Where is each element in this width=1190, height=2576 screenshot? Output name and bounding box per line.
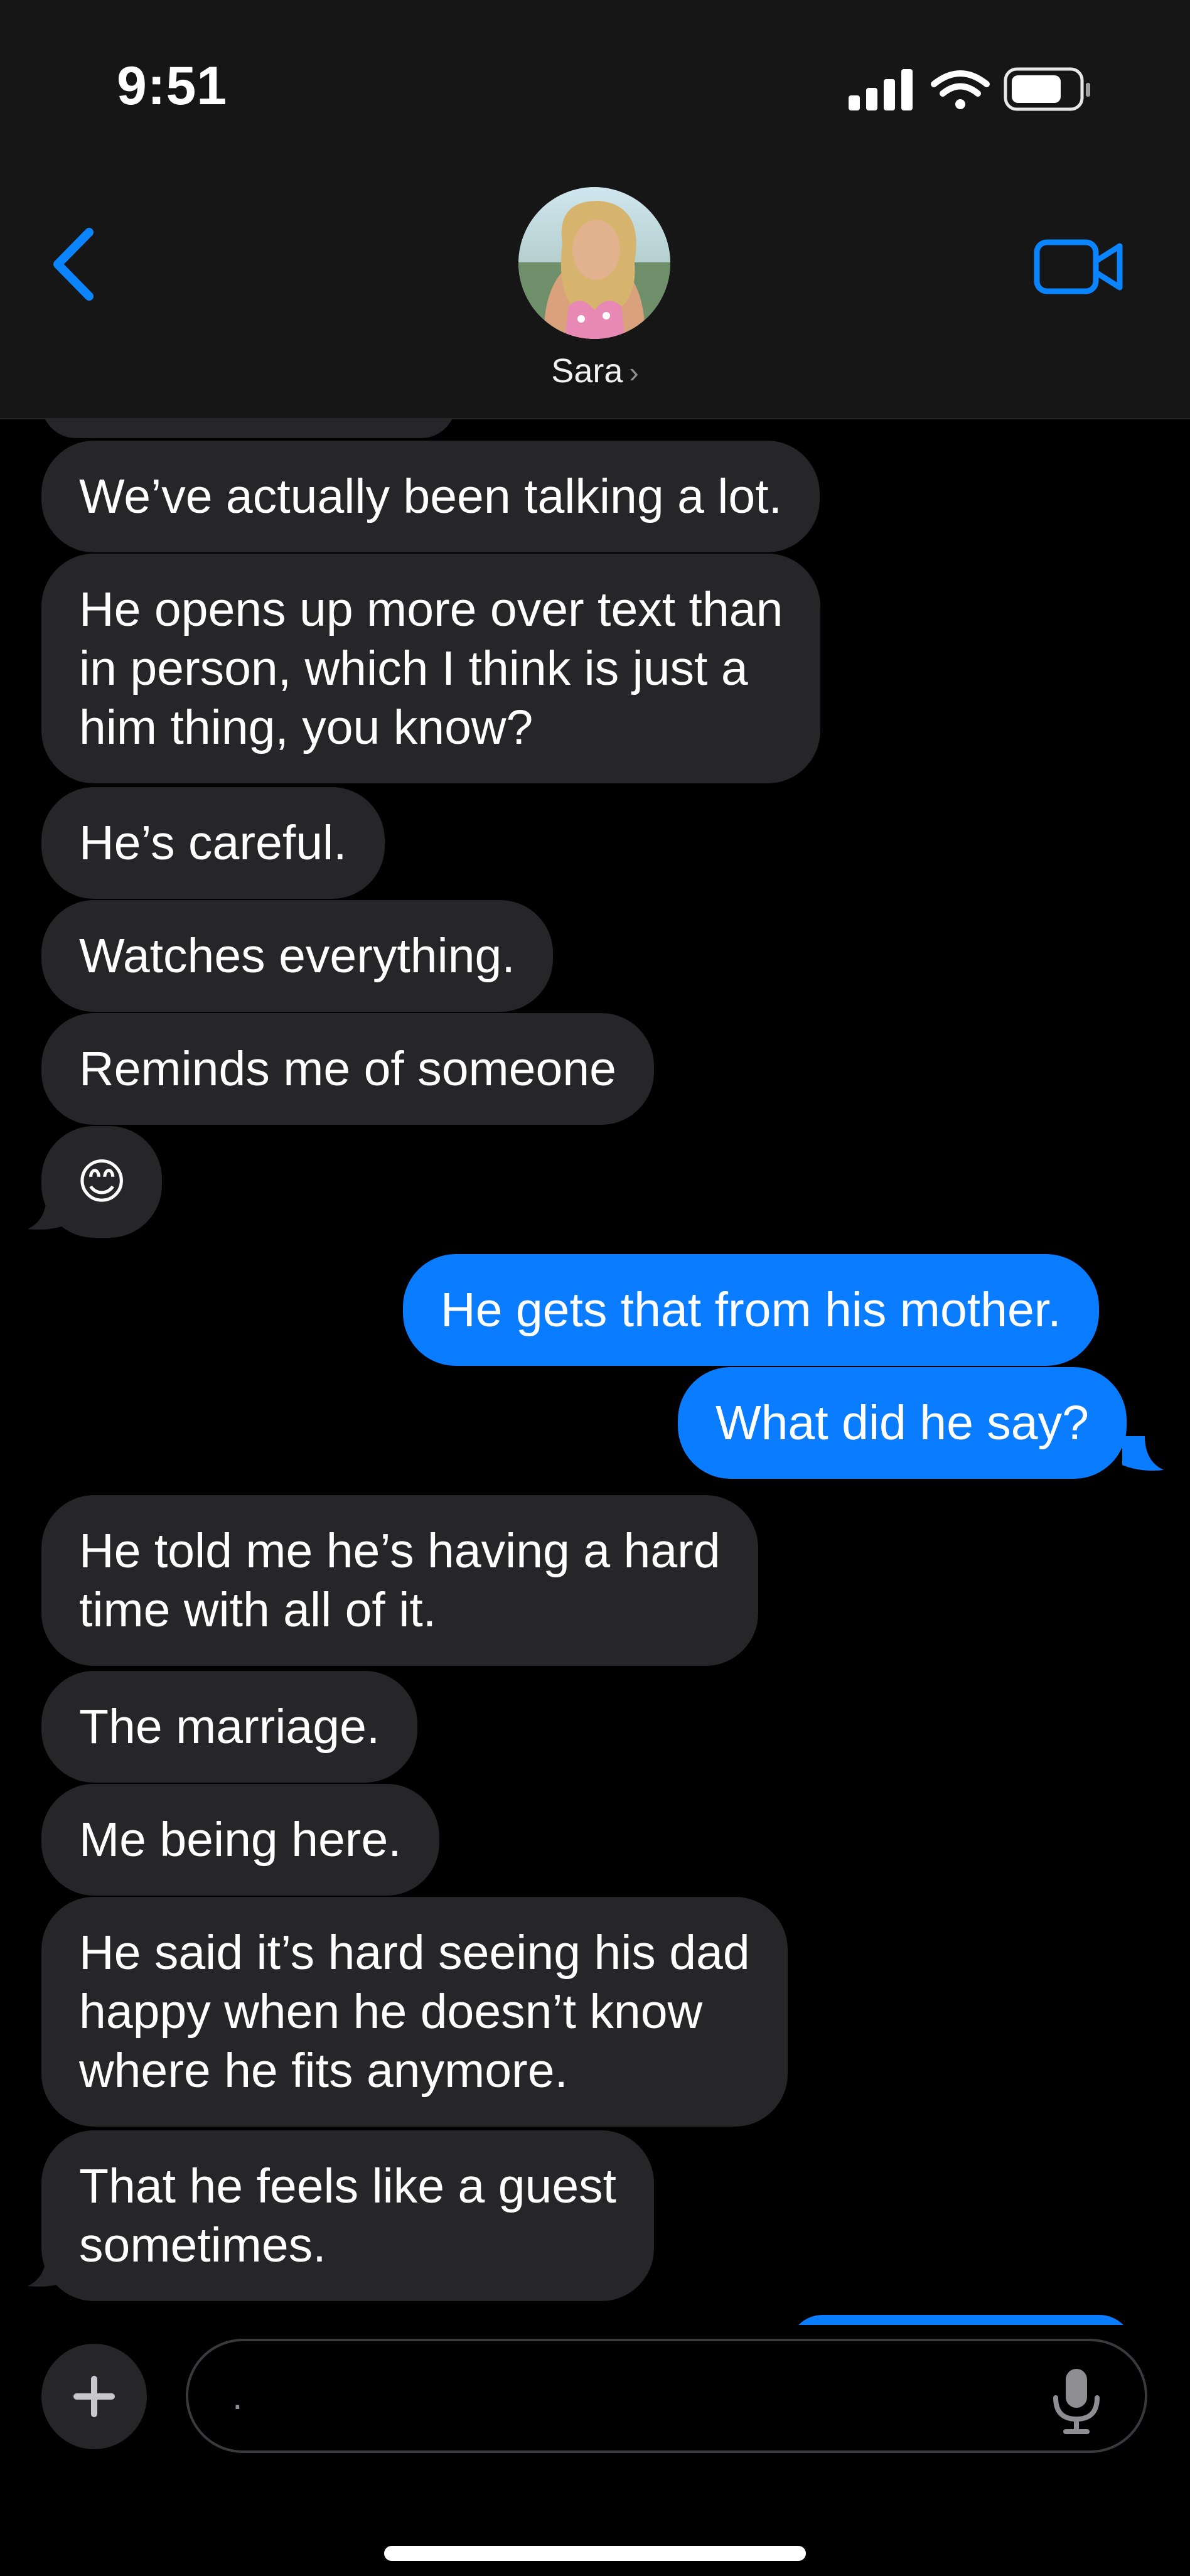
message-bubble[interactable]: He’s careful. <box>41 787 385 899</box>
message-line: in person, which I think is just a <box>79 641 748 695</box>
message-bubble[interactable]: Reminds me of someone <box>41 1013 654 1125</box>
message-line: him thing, you know? <box>79 700 533 754</box>
message-line: sometimes. <box>79 2218 326 2272</box>
message-input[interactable] <box>186 2339 1147 2453</box>
status-time: 9:51 <box>117 56 228 116</box>
message-bubble[interactable]: The marriage. <box>41 1671 418 1783</box>
messages-screen: 9:51 Sara › We’ve actually been talking … <box>0 0 1190 2576</box>
conversation-header: 9:51 Sara › <box>0 0 1190 419</box>
bubble-tail <box>28 2252 69 2287</box>
message-line: That he feels like a guest <box>79 2159 617 2213</box>
plus-icon <box>73 2376 115 2417</box>
battery-icon <box>1004 67 1090 111</box>
message-text: He’s careful. <box>79 816 347 870</box>
wifi-icon <box>931 70 990 109</box>
message-bubble-partial <box>41 419 456 438</box>
cellular-signal-icon <box>849 69 913 110</box>
message-text: Me being here. <box>79 1813 402 1867</box>
message-line: He said it’s hard seeing his dad <box>79 1926 750 1980</box>
microphone-icon[interactable] <box>1048 2366 1105 2435</box>
message-composer <box>0 2325 1190 2576</box>
message-bubble[interactable]: We’ve actually been talking a lot. <box>41 441 820 552</box>
message-bubble[interactable]: What did he say? <box>678 1367 1127 1479</box>
message-bubble[interactable]: He gets that from his mother. <box>403 1254 1099 1366</box>
message-line: He told me he’s having a hard <box>79 1524 721 1578</box>
message-bubble[interactable]: That he feels like a guest sometimes. <box>41 2130 655 2301</box>
message-text: Watches everything. <box>79 929 515 983</box>
back-button[interactable] <box>44 223 107 305</box>
video-call-button[interactable] <box>1033 232 1125 301</box>
message-thread[interactable]: We’ve actually been talking a lot. He op… <box>0 419 1190 2325</box>
message-text: We’ve actually been talking a lot. <box>79 470 782 523</box>
status-icons <box>849 67 1090 111</box>
message-text: What did he say? <box>716 1396 1089 1450</box>
bubble-tail <box>1122 1436 1164 1471</box>
avatar[interactable] <box>518 187 670 339</box>
message-text: Reminds me of someone <box>79 1042 616 1096</box>
chevron-left-icon <box>53 228 94 301</box>
message-bubble[interactable]: He opens up more over text than in perso… <box>41 554 821 783</box>
message-line: where he fits anymore. <box>79 2044 568 2098</box>
message-line: He opens up more over text than <box>79 582 783 636</box>
message-line: time with all of it. <box>79 1583 437 1637</box>
video-camera-icon <box>1034 239 1123 294</box>
message-bubble[interactable]: He said it’s hard seeing his dad happy w… <box>41 1897 788 2127</box>
message-text: He gets that from his mother. <box>441 1283 1061 1337</box>
message-bubble[interactable]: He told me he’s having a hard time with … <box>41 1495 758 1666</box>
message-bubble[interactable]: Watches everything. <box>41 900 553 1012</box>
contact-name: Sara <box>551 352 623 390</box>
bubble-tail <box>28 1195 69 1230</box>
message-line: happy when he doesn’t know <box>79 1985 703 2039</box>
message-bubble[interactable]: Me being here. <box>41 1784 439 1896</box>
contact-name-button[interactable]: Sara › <box>0 352 1190 390</box>
emoji-text: 😊 <box>77 1155 127 1209</box>
home-indicator[interactable] <box>384 2546 806 2561</box>
apps-plus-button[interactable] <box>41 2344 147 2449</box>
message-bubble-partial <box>788 2315 1134 2325</box>
message-text: The marriage. <box>79 1700 380 1754</box>
chevron-right-icon: › <box>629 356 639 389</box>
